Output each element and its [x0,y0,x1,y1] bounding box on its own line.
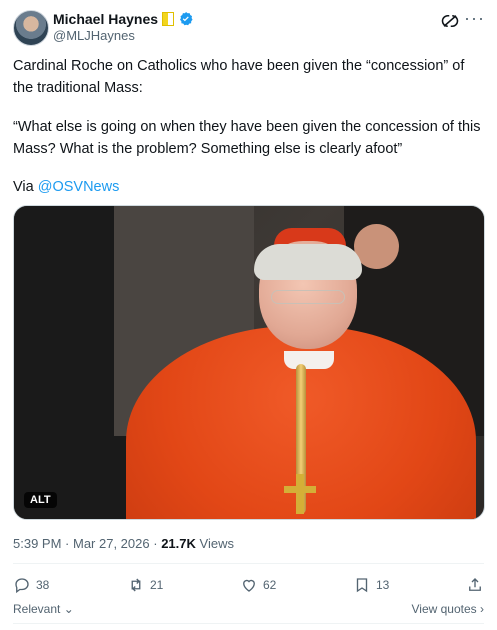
action-bar: 38 21 62 13 [13,573,484,597]
retweet-count: 21 [150,578,164,592]
verified-badge-icon [180,12,193,26]
author-handle[interactable]: @MLJHaynes [53,28,135,43]
like-button[interactable]: 62 [240,576,276,594]
like-icon [243,579,255,592]
cardinal-collar [284,351,334,369]
reply-icon [15,578,29,594]
bookmark-button[interactable]: 13 [353,576,389,594]
avatar[interactable] [13,10,49,46]
like-count: 62 [263,578,277,592]
relevant-label: Relevant [13,602,61,616]
bookmark-count: 13 [376,578,390,592]
flag-icon [162,12,175,26]
via-link[interactable]: @OSVNews [38,179,120,195]
background-figure-left [14,206,129,519]
tweet-media[interactable] [13,205,485,520]
meta-separator-1: · [65,536,73,551]
post-time[interactable]: 5:39 PM [13,536,61,551]
chevron-right-icon: › [480,602,484,616]
via-prefix: Via [13,179,38,195]
meta-separator-2: · [153,536,162,551]
retweet-button[interactable]: 21 [127,576,163,594]
tweet-meta: 5:39 PM · Mar 27, 2026 · 21.7K Views [13,536,234,551]
view-quotes-label: View quotes [411,602,477,616]
view-quotes-link[interactable]: View quotes › [412,602,485,616]
relevant-sort-button[interactable]: Relevant ⌄ [13,602,74,616]
share-icon [469,578,481,591]
pectoral-cross-vertical [296,474,304,514]
cardinal-glasses [271,290,345,304]
alt-badge[interactable]: ALT [24,492,57,508]
author-name-row[interactable]: Michael Haynes [53,11,194,27]
post-date[interactable]: Mar 27, 2026 [73,536,150,551]
tweet-quote: “What else is going on when they have be… [13,119,481,157]
pectoral-cross-horizontal [284,486,316,493]
views-count: 21.7K [161,536,196,551]
tweet-header: Michael Haynes @MLJHaynes ··· [13,9,485,46]
reply-button[interactable]: 38 [13,576,49,594]
share-button[interactable] [466,576,484,594]
author-name[interactable]: Michael Haynes [53,11,158,27]
tweet-via: Via @OSVNews [13,176,487,198]
bookmark-icon [356,578,368,593]
tweet-line-1: Cardinal Roche on Catholics who have bee… [13,58,465,96]
divider-bottom [13,623,484,624]
chevron-down-icon: ⌄ [63,602,74,616]
cardinal-hair [254,244,362,280]
retweet-icon [131,578,141,592]
divider-top [13,563,484,564]
reply-count: 38 [36,578,50,592]
grok-icon[interactable] [441,12,459,30]
views-text: Views [199,536,234,551]
reply-sort-bar: Relevant ⌄ View quotes › [13,602,484,618]
more-icon[interactable]: ··· [464,9,485,27]
